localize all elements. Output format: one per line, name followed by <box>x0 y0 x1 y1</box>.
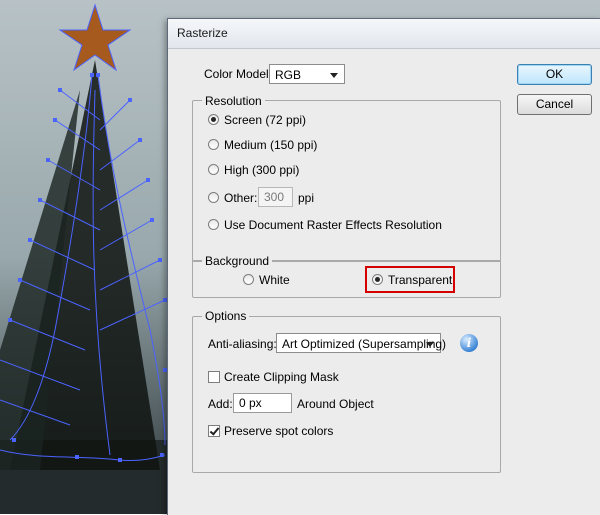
options-group-title: Options <box>202 309 250 323</box>
cancel-button[interactable]: Cancel <box>517 94 592 115</box>
chevron-down-icon <box>330 73 338 78</box>
title-bar[interactable]: Rasterize <box>168 19 600 49</box>
preserve-spot-checkbox[interactable] <box>208 425 220 437</box>
clipping-mask-checkbox[interactable] <box>208 371 220 383</box>
highlight-box <box>365 266 455 293</box>
radio-screen-72[interactable] <box>208 114 219 125</box>
radio-document-resolution-label: Use Document Raster Effects Resolution <box>224 218 442 232</box>
radio-high-300[interactable] <box>208 164 219 175</box>
other-ppi-field[interactable] <box>258 187 293 207</box>
chevron-down-icon <box>426 342 434 347</box>
radio-document-resolution[interactable] <box>208 219 219 230</box>
rasterize-dialog: Rasterize Color Model: RGB OK Cancel Res… <box>167 18 600 515</box>
ok-button[interactable]: OK <box>517 64 592 85</box>
radio-white-label: White <box>259 273 290 287</box>
anti-aliasing-select[interactable]: Art Optimized (Supersampling) <box>276 333 446 353</box>
resolution-group-title: Resolution <box>202 94 265 108</box>
radio-high-300-label: High (300 ppi) <box>224 163 300 177</box>
color-model-label: Color Model: <box>204 67 273 81</box>
background-group-title: Background <box>202 254 273 268</box>
preserve-spot-label: Preserve spot colors <box>224 424 334 438</box>
color-model-select[interactable]: RGB <box>269 64 345 84</box>
info-icon[interactable]: i <box>460 334 478 352</box>
color-model-value: RGB <box>275 68 302 82</box>
radio-other[interactable] <box>208 192 219 203</box>
around-object-label: Around Object <box>297 397 374 411</box>
ppi-unit-label: ppi <box>298 191 315 205</box>
add-margin-field[interactable] <box>233 393 292 413</box>
clipping-mask-label: Create Clipping Mask <box>224 370 339 384</box>
radio-white[interactable] <box>243 274 254 285</box>
radio-screen-72-label: Screen (72 ppi) <box>224 113 307 127</box>
add-label: Add: <box>208 397 233 411</box>
radio-other-label: Other: <box>224 191 258 205</box>
radio-medium-150[interactable] <box>208 139 219 150</box>
dialog-title: Rasterize <box>177 26 228 40</box>
other-ppi-input[interactable] <box>259 188 292 206</box>
anti-aliasing-label: Anti-aliasing: <box>208 337 277 351</box>
anti-aliasing-value: Art Optimized (Supersampling) <box>282 337 447 351</box>
radio-medium-150-label: Medium (150 ppi) <box>224 138 318 152</box>
add-margin-input[interactable] <box>234 394 291 412</box>
